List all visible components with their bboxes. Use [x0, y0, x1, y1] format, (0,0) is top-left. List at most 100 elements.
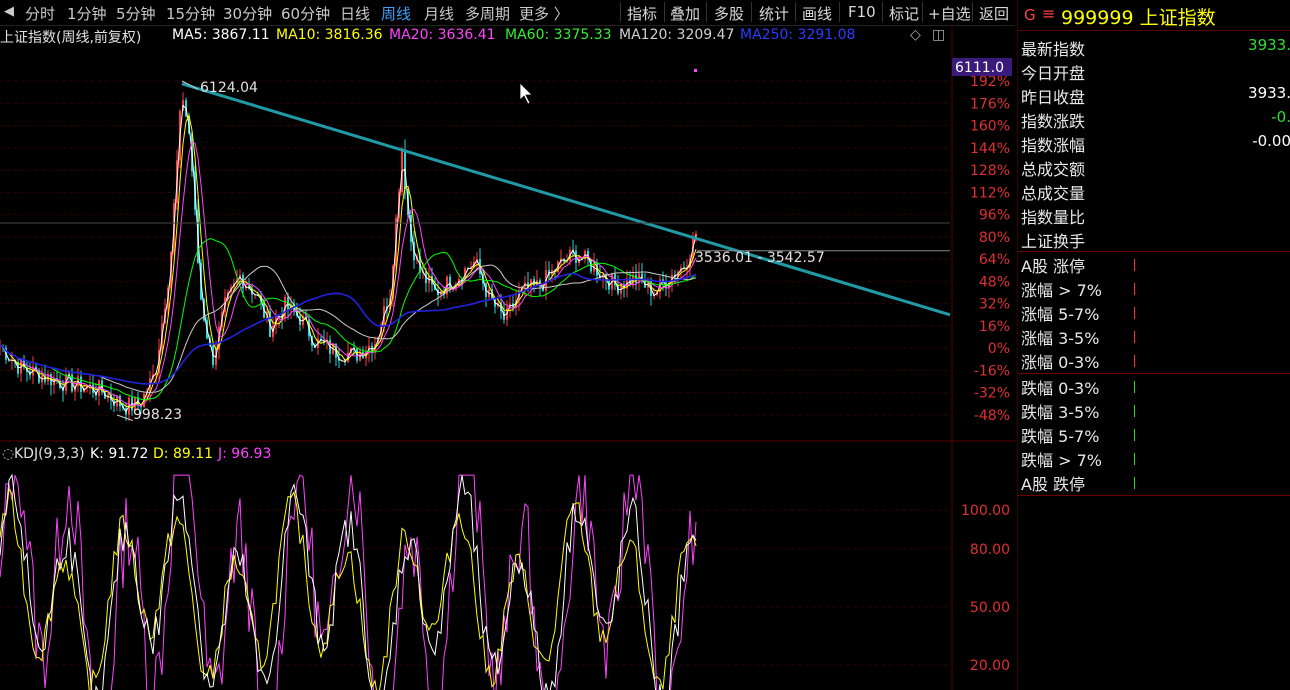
y-tick-label: 160% [970, 119, 1010, 135]
up-bucket-bar [1134, 283, 1135, 295]
up-bucket-label: 涨幅 > 7% [1021, 281, 1102, 300]
period-toolbar: ◀ 分时 1分钟 5分钟 15分钟 30分钟 60分钟 日线 周线 月线 多周期 更多 〉 指标 叠加多… [0, 0, 1015, 26]
up-bucket-label: 涨幅 5-7% [1021, 305, 1100, 324]
up-bucket-bar [1134, 259, 1135, 271]
up-bucket-bar [1134, 331, 1135, 343]
tool-button-4[interactable]: 画线 [802, 3, 832, 24]
y-tick-label: 176% [970, 96, 1010, 112]
tool-button-5[interactable]: F10 [848, 3, 876, 21]
stat-label: 指数涨跌 [1021, 112, 1086, 131]
kdj-j: J: 96.93 [218, 446, 272, 462]
toolbar-arrow-icon[interactable]: ◀ [4, 4, 14, 19]
divider [1018, 495, 1290, 496]
kdj-legend: ◌ KDJ(9,3,3) K: 91.72 D: 89.11 J: 96.93 [0, 445, 600, 463]
y-tick-label: 64% [979, 252, 1010, 268]
stat-value: -0.00 [1252, 132, 1290, 150]
ma10-label: MA10: 3816.36 [276, 27, 383, 43]
toolbar-divider [664, 2, 665, 22]
divider [1018, 373, 1290, 374]
y-tick-label: 48% [979, 274, 1010, 290]
ma-line-ma120 [0, 264, 697, 393]
period-tab-9[interactable]: 多周期 [465, 3, 510, 24]
price-tag: 6111.0 [955, 60, 1004, 76]
g-label: G [1024, 6, 1036, 24]
stat-value: -0. [1271, 108, 1290, 126]
period-tab-4[interactable]: 30分钟 [223, 3, 272, 24]
divider [1018, 251, 1290, 252]
down-bucket-label: A股 跌停 [1021, 475, 1086, 494]
stat-label: 上证换手 [1021, 232, 1086, 251]
y-tick-label: 32% [979, 297, 1010, 313]
period-tab-6[interactable]: 日线 [340, 3, 370, 24]
y-tick-label: 192% [970, 74, 1010, 90]
ma60-label: MA60: 3375.33 [505, 27, 612, 43]
y-tick-label: -48% [974, 408, 1010, 424]
tool-button-3[interactable]: 统计 [759, 3, 789, 24]
diamond-icon[interactable]: ◇ [910, 27, 921, 43]
toolbar-divider [795, 2, 796, 22]
up-bucket-bar [1134, 307, 1135, 319]
period-tab-7[interactable]: 周线 [381, 3, 411, 24]
tool-button-0[interactable]: 指标 [627, 3, 657, 24]
ma-line-ma5 [0, 104, 697, 413]
tool-button-1[interactable]: 叠加 [670, 3, 700, 24]
period-tab-5[interactable]: 60分钟 [281, 3, 330, 24]
tool-button-7[interactable]: +自选 [928, 3, 971, 24]
ma-legend: 上证指数(周线,前复权) MA5: 3867.11 MA10: 3816.36 … [0, 26, 1015, 46]
down-bucket-label: 跌幅 > 7% [1021, 451, 1102, 470]
ma20-label: MA20: 3636.41 [389, 27, 496, 43]
down-bucket-bar [1134, 381, 1135, 393]
up-bucket-label: 涨幅 0-3% [1021, 353, 1100, 372]
high-label: 6124.04 [200, 80, 258, 96]
toolbar-divider [620, 2, 621, 22]
period-tab-8[interactable]: 月线 [424, 3, 454, 24]
toolbar-divider [882, 2, 883, 22]
period-tab-2[interactable]: 5分钟 [116, 3, 156, 24]
stat-value: 3933. [1248, 36, 1290, 54]
period-tab-0[interactable]: 分时 [25, 3, 55, 24]
marker-dot [694, 69, 697, 72]
kdj-tick-label: 20.00 [970, 658, 1010, 674]
mouse-cursor-icon [519, 82, 533, 105]
up-bucket-bar [1134, 355, 1135, 367]
toolbar-divider [972, 2, 973, 22]
y-tick-label: 16% [979, 319, 1010, 335]
toolbar-divider [706, 2, 707, 22]
up-bucket-label: A股 涨停 [1021, 257, 1086, 276]
ma120-label: MA120: 3209.47 [619, 27, 735, 43]
period-tab-3[interactable]: 15分钟 [166, 3, 215, 24]
period-tab-10[interactable]: 更多 〉 [519, 3, 569, 24]
kdj-tick-label: 100.00 [961, 503, 1010, 519]
chart-title: 上证指数(周线,前复权) [0, 30, 142, 46]
up-bucket-label: 涨幅 3-5% [1021, 329, 1100, 348]
low-label: 998.23 [133, 407, 182, 423]
y-tick-label: 144% [970, 141, 1010, 157]
quote-panel: G ≡ 999999 上证指数 最新指数 3933. 今日开盘 昨日收盘 3933. 指数… [1017, 0, 1290, 690]
main-chart[interactable]: 192% 176% 160% 144% 128% 112% 96% 80% 64% 48% 32% 1… [0, 0, 1015, 690]
down-bucket-label: 跌幅 3-5% [1021, 403, 1100, 422]
kdj-name: KDJ(9,3,3) [14, 446, 85, 462]
stat-label: 指数涨幅 [1021, 136, 1086, 155]
y-tick-label: 128% [970, 163, 1010, 179]
y-tick-label: -16% [974, 363, 1010, 379]
y-tick-label: 96% [979, 208, 1010, 224]
down-bucket-bar [1134, 477, 1135, 489]
stat-label: 昨日收盘 [1021, 88, 1086, 107]
stock-code-name: 999999 上证指数 [1061, 7, 1216, 29]
kdj-d: D: 89.11 [153, 446, 214, 462]
tool-button-2[interactable]: 多股 [714, 3, 744, 24]
window-icon[interactable]: ◫ [932, 27, 945, 43]
down-bucket-bar [1134, 453, 1135, 465]
period-tab-1[interactable]: 1分钟 [67, 3, 107, 24]
stat-label: 今日开盘 [1021, 64, 1086, 83]
menu-icon[interactable]: ≡ [1042, 4, 1055, 23]
y-tick-label: 112% [970, 185, 1010, 201]
stat-label: 指数量比 [1021, 208, 1086, 227]
tool-button-8[interactable]: 返回 [979, 3, 1009, 24]
tool-button-6[interactable]: 标记 [889, 3, 919, 24]
down-bucket-bar [1134, 429, 1135, 441]
ma250-label: MA250: 3291.08 [740, 27, 856, 43]
y-tick-label: 80% [979, 230, 1010, 246]
stat-label: 总成交额 [1021, 160, 1086, 179]
y-tick-label: 0% [988, 341, 1010, 357]
